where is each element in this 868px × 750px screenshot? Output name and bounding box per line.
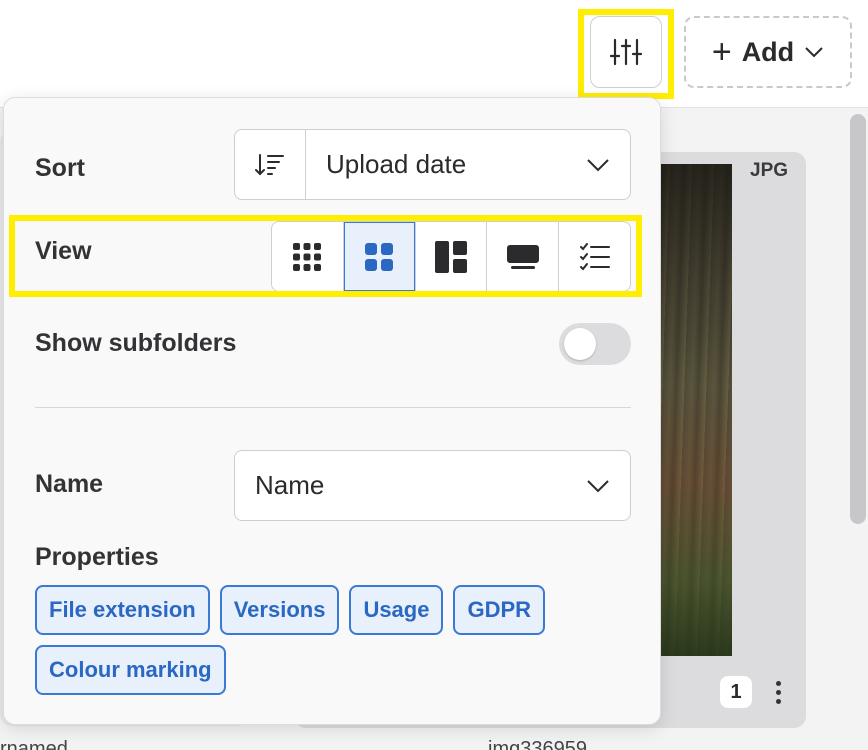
view-settings-button[interactable] — [590, 16, 662, 88]
divider — [35, 407, 631, 408]
plus-icon: + — [711, 33, 732, 71]
checklist-icon — [579, 242, 610, 270]
masonry-icon — [434, 240, 467, 273]
more-options-icon[interactable] — [768, 676, 788, 708]
sliders-icon — [610, 38, 642, 66]
view-settings-panel: Sort Upload date View Show subfolders Na… — [3, 97, 661, 725]
name-label: Name — [35, 470, 104, 498]
top-toolbar: + Add — [0, 0, 868, 108]
sort-label: Sort — [35, 154, 85, 182]
chip-usage[interactable]: Usage — [349, 585, 444, 635]
view-small-grid-button[interactable] — [272, 222, 344, 291]
sort-select[interactable]: Upload date — [306, 130, 630, 199]
chip-colour-marking[interactable]: Colour marking — [35, 645, 226, 695]
view-label: View — [35, 237, 92, 265]
chevron-down-icon — [805, 47, 823, 58]
name-select[interactable]: Name — [234, 450, 631, 521]
sort-descending-icon — [255, 153, 284, 175]
view-list-button[interactable] — [559, 222, 630, 291]
properties-chips: File extension Versions Usage GDPR Colou… — [35, 585, 595, 695]
view-mode-group — [271, 221, 631, 292]
view-presentation-button[interactable] — [487, 222, 560, 291]
add-button[interactable]: + Add — [684, 16, 852, 88]
view-masonry-button[interactable] — [416, 222, 488, 291]
sort-selected-value: Upload date — [326, 149, 467, 179]
name-selected-value: Name — [255, 470, 325, 500]
add-button-label: Add — [741, 36, 795, 67]
chip-versions[interactable]: Versions — [219, 585, 340, 635]
sort-control: Upload date — [234, 129, 631, 200]
chip-file-extension[interactable]: File extension — [35, 585, 210, 635]
asset-name: rnamed — [0, 738, 68, 750]
show-subfolders-label: Show subfolders — [35, 329, 237, 357]
sort-direction-button[interactable] — [235, 130, 306, 199]
file-extension-label: JPG — [750, 160, 789, 181]
chevron-down-icon — [587, 158, 609, 171]
scrollbar[interactable] — [850, 114, 866, 524]
chip-gdpr[interactable]: GDPR — [453, 585, 546, 635]
toggle-knob — [564, 328, 596, 360]
presentation-icon — [506, 244, 539, 269]
view-large-grid-button[interactable] — [343, 222, 416, 291]
asset-name: img336959 — [488, 738, 587, 750]
small-grid-icon — [293, 242, 322, 271]
show-subfolders-toggle[interactable] — [559, 323, 631, 365]
version-count-badge: 1 — [720, 676, 752, 708]
properties-label: Properties — [35, 543, 159, 571]
large-grid-icon — [365, 242, 394, 271]
chevron-down-icon — [587, 479, 609, 492]
